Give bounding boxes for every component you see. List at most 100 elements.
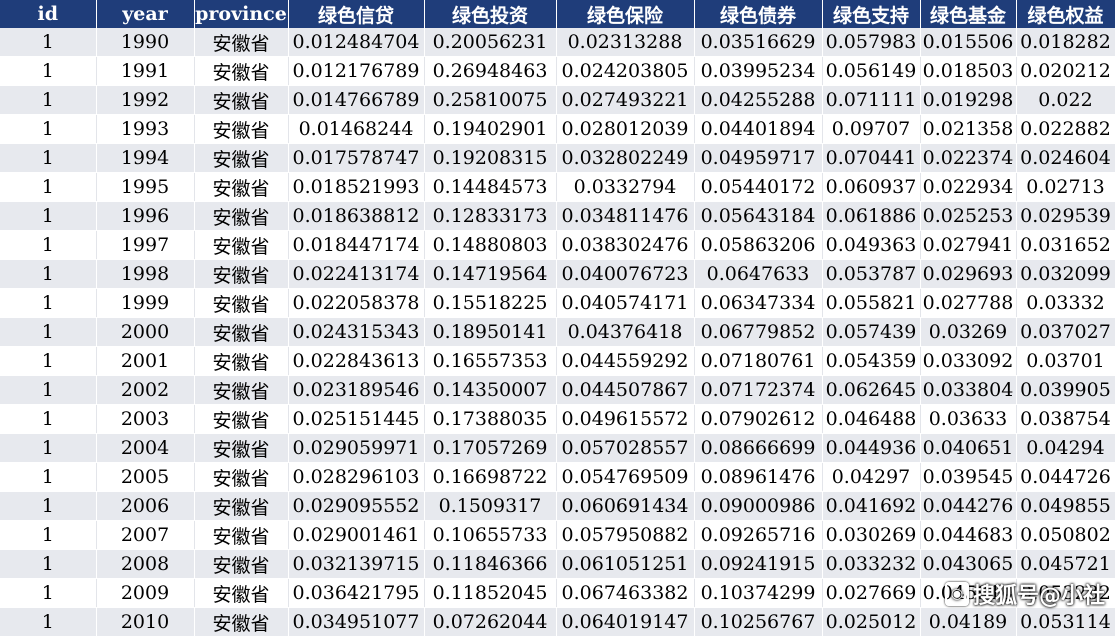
table-cell[interactable]: 0.08666699 [694, 433, 823, 463]
table-cell[interactable]: 0.044683 [920, 520, 1017, 550]
table-cell[interactable]: 0.15518225 [424, 288, 557, 318]
table-cell[interactable]: 1 [0, 317, 97, 347]
table-cell[interactable]: 0.034811476 [556, 201, 695, 231]
table-cell[interactable]: 安徽省 [194, 143, 289, 173]
table-cell[interactable]: 1997 [96, 230, 195, 260]
table-cell[interactable]: 1 [0, 288, 97, 318]
table-cell[interactable]: 安徽省 [194, 201, 289, 231]
table-cell[interactable]: 0.027941 [920, 230, 1017, 260]
table-cell[interactable]: 2005 [96, 462, 195, 492]
column-header[interactable]: 绿色投资 [424, 0, 557, 28]
table-cell[interactable]: 安徽省 [194, 578, 289, 608]
table-cell[interactable]: 0.20056231 [424, 28, 557, 57]
table-cell[interactable]: 0.04401894 [694, 114, 823, 144]
table-cell[interactable]: 0.0647633 [694, 259, 823, 289]
table-cell[interactable]: 0.17388035 [424, 404, 557, 434]
table-cell[interactable]: 0.049615572 [556, 404, 695, 434]
table-cell[interactable]: 0.03995234 [694, 56, 823, 86]
table-cell[interactable]: 0.019298 [920, 85, 1017, 115]
table-cell[interactable]: 0.018282 [1016, 28, 1115, 57]
table-cell[interactable]: 安徽省 [194, 172, 289, 202]
table-cell[interactable]: 0.04959717 [694, 143, 823, 173]
table-cell[interactable]: 0.044559292 [556, 346, 695, 376]
table-cell[interactable]: 0.05440172 [694, 172, 823, 202]
table-cell[interactable]: 1999 [96, 288, 195, 318]
table-cell[interactable]: 0.053114 [1016, 607, 1115, 637]
column-header[interactable]: 绿色权益 [1016, 0, 1115, 28]
table-cell[interactable]: 安徽省 [194, 346, 289, 376]
table-cell[interactable]: 0.022934 [920, 172, 1017, 202]
table-cell[interactable]: 0.028012039 [556, 114, 695, 144]
table-cell[interactable]: 1992 [96, 85, 195, 115]
table-cell[interactable]: 0.16698722 [424, 462, 557, 492]
table-cell[interactable]: 1993 [96, 114, 195, 144]
table-cell[interactable]: 0.06779852 [694, 317, 823, 347]
table-cell[interactable]: 0.014766789 [288, 85, 425, 115]
table-cell[interactable]: 0.032099 [1016, 259, 1115, 289]
table-cell[interactable]: 0.070441 [822, 143, 921, 173]
table-cell[interactable]: 1 [0, 28, 97, 57]
table-cell[interactable]: 0.04189 [920, 607, 1017, 637]
table-cell[interactable]: 0.09241915 [694, 549, 823, 579]
table-cell[interactable]: 0.062645 [822, 375, 921, 405]
table-cell[interactable]: 1 [0, 491, 97, 521]
table-cell[interactable]: 0.01468244 [288, 114, 425, 144]
table-cell[interactable]: 0.040574171 [556, 288, 695, 318]
table-cell[interactable]: 0.018521993 [288, 172, 425, 202]
table-cell[interactable]: 0.029095552 [288, 491, 425, 521]
table-cell[interactable]: 2001 [96, 346, 195, 376]
table-cell[interactable]: 0.02313288 [556, 28, 695, 57]
table-cell[interactable]: 0.060691434 [556, 491, 695, 521]
table-cell[interactable]: 0.19208315 [424, 143, 557, 173]
table-cell[interactable]: 0.049363 [822, 230, 921, 260]
table-cell[interactable]: 0.022374 [920, 143, 1017, 173]
table-cell[interactable]: 0.039545 [920, 462, 1017, 492]
table-cell[interactable]: 0.034951077 [288, 607, 425, 637]
table-cell[interactable]: 1991 [96, 56, 195, 86]
table-cell[interactable]: 0.057950882 [556, 520, 695, 550]
table-cell[interactable]: 1 [0, 462, 97, 492]
table-cell[interactable]: 1995 [96, 172, 195, 202]
table-cell[interactable]: 1 [0, 549, 97, 579]
table-cell[interactable]: 安徽省 [194, 288, 289, 318]
table-cell[interactable]: 0.057439 [822, 317, 921, 347]
table-cell[interactable]: 0.029693 [920, 259, 1017, 289]
table-cell[interactable]: 2007 [96, 520, 195, 550]
table-cell[interactable]: 0.027493221 [556, 85, 695, 115]
table-cell[interactable]: 0.015506 [920, 28, 1017, 57]
table-cell[interactable]: 1996 [96, 201, 195, 231]
table-cell[interactable]: 0.022843613 [288, 346, 425, 376]
table-cell[interactable]: 0.1509317 [424, 491, 557, 521]
table-cell[interactable]: 0.10374299 [694, 578, 823, 608]
table-cell[interactable]: 0.07172374 [694, 375, 823, 405]
table-cell[interactable]: 0.04376418 [556, 317, 695, 347]
table-cell[interactable]: 0.050802 [1016, 520, 1115, 550]
table-cell[interactable]: 0.061886 [822, 201, 921, 231]
table-cell[interactable]: 0.055821 [822, 288, 921, 318]
table-cell[interactable]: 0.04255288 [694, 85, 823, 115]
table-cell[interactable]: 0.029001461 [288, 520, 425, 550]
table-cell[interactable]: 0.054359 [822, 346, 921, 376]
table-cell[interactable]: 0.03269 [920, 317, 1017, 347]
table-cell[interactable]: 0.07902612 [694, 404, 823, 434]
table-cell[interactable]: 2000 [96, 317, 195, 347]
table-cell[interactable]: 1 [0, 201, 97, 231]
table-cell[interactable]: 0.029539 [1016, 201, 1115, 231]
table-cell[interactable]: 2003 [96, 404, 195, 434]
table-cell[interactable]: 2002 [96, 375, 195, 405]
column-header[interactable]: 绿色基金 [920, 0, 1017, 28]
table-cell[interactable]: 0.022413174 [288, 259, 425, 289]
table-cell[interactable]: 0.033804 [920, 375, 1017, 405]
table-cell[interactable]: 0.12833173 [424, 201, 557, 231]
table-cell[interactable]: 0.06347334 [694, 288, 823, 318]
table-cell[interactable]: 1998 [96, 259, 195, 289]
table-cell[interactable]: 0.071111 [822, 85, 921, 115]
table-cell[interactable]: 0.021358 [920, 114, 1017, 144]
table-cell[interactable]: 1990 [96, 28, 195, 57]
table-cell[interactable]: 1 [0, 346, 97, 376]
table-cell[interactable]: 0.02713 [1016, 172, 1115, 202]
table-cell[interactable]: 0.10655733 [424, 520, 557, 550]
table-cell[interactable]: 2008 [96, 549, 195, 579]
table-cell[interactable]: 0.19402901 [424, 114, 557, 144]
column-header[interactable]: 绿色债券 [694, 0, 823, 28]
